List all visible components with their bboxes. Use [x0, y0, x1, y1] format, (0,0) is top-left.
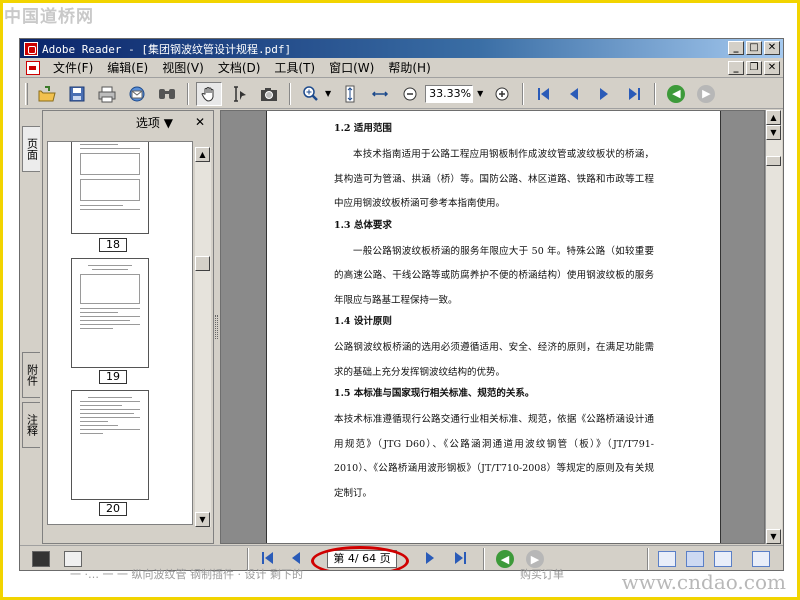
background-text-left: 一 ·… 一 一 纵向波纹管 钢制插件 · 设计 剩下的: [70, 568, 303, 581]
options-menu-button[interactable]: 选项 ▼: [136, 114, 173, 131]
menu-view[interactable]: 视图(V): [155, 59, 211, 76]
open-icon[interactable]: [34, 82, 60, 106]
zoom-level-input[interactable]: 33.33%: [425, 84, 474, 103]
page-number-label: 20: [99, 502, 127, 516]
snapshot-icon[interactable]: [256, 82, 282, 106]
splitter-grip-icon[interactable]: [215, 315, 218, 339]
tab-comments[interactable]: 注释: [22, 402, 40, 448]
fit-page-icon[interactable]: [337, 82, 363, 106]
window-title: Adobe Reader - [集团钢波纹管设计规程.pdf]: [42, 42, 292, 56]
status-separator: [647, 548, 649, 570]
pages-panel-header: 选项 ▼ ✕: [43, 111, 213, 133]
page-size-icon[interactable]: [32, 551, 50, 567]
page-thumbnail-19[interactable]: [71, 258, 149, 368]
print-icon[interactable]: [94, 82, 120, 106]
page-number-label: 19: [99, 370, 127, 384]
toolbar-grip[interactable]: [25, 82, 28, 105]
doc-scroll-down-icon[interactable]: ▼: [766, 529, 781, 544]
title-bar: Adobe Reader - [集团钢波纹管设计规程.pdf] _ □ ✕: [20, 39, 783, 58]
page-thumbnail-18[interactable]: [71, 142, 149, 234]
adobe-reader-window: Adobe Reader - [集团钢波纹管设计规程.pdf] _ □ ✕ 文件…: [19, 38, 784, 571]
menu-help[interactable]: 帮助(H): [381, 59, 437, 76]
select-text-icon[interactable]: [226, 82, 252, 106]
status-last-page-icon[interactable]: [452, 550, 468, 570]
zoom-tool-dropdown-icon[interactable]: ▼: [325, 89, 331, 98]
toolbar-separator: [289, 82, 291, 105]
document-view[interactable]: 1.2 适用范围 本技术指南适用于公路工程应用钢板制作成波纹管或波纹板状的桥涵，…: [220, 110, 765, 544]
menu-file[interactable]: 文件(F): [46, 59, 100, 76]
status-back-icon[interactable]: ◀: [496, 550, 514, 568]
toolbar: ▼ 33.33% ▼ ◀ ▶: [20, 79, 783, 109]
single-page-view-icon[interactable]: [658, 551, 676, 567]
doc-scroll-up-icon[interactable]: ▲: [766, 110, 781, 125]
toolbar-separator: [654, 82, 657, 105]
close-panel-icon[interactable]: ✕: [195, 115, 205, 129]
last-page-icon[interactable]: [621, 82, 647, 106]
first-page-icon[interactable]: [531, 82, 557, 106]
section-heading: 1.2 适用范围: [334, 123, 392, 134]
toolbar-separator: [522, 82, 525, 105]
prev-page-icon[interactable]: [561, 82, 587, 106]
document-page: 1.2 适用范围 本技术指南适用于公路工程应用钢板制作成波纹管或波纹板状的桥涵，…: [266, 111, 721, 543]
hand-tool-icon[interactable]: [196, 81, 222, 106]
close-button[interactable]: ✕: [764, 41, 780, 55]
toolbar-separator: [187, 82, 189, 105]
section-paragraph: 一般公路钢波纹板桥涵的服务年限应大于 50 年。特殊公路（如较重要的高速公路、干…: [334, 245, 654, 306]
thumbnails-list: 18 19 20: [47, 141, 193, 525]
section-paragraph: 本技术指南适用于公路工程应用钢板制作成波纹管或波纹板状的桥涵，其构造可为管涵、拱…: [334, 149, 654, 209]
continuous-facing-view-icon[interactable]: [752, 551, 770, 567]
status-next-page-icon[interactable]: [422, 550, 438, 570]
back-icon[interactable]: ◀: [663, 82, 689, 106]
save-icon[interactable]: [64, 82, 90, 106]
page-thumbnail-20[interactable]: [71, 390, 149, 500]
tab-attachments[interactable]: 附件: [22, 352, 40, 398]
navigation-tabs: 页面 附件 注释: [20, 110, 42, 544]
scroll-down-icon[interactable]: ▼: [195, 512, 210, 527]
email-icon[interactable]: [124, 82, 150, 106]
fit-width-icon[interactable]: [367, 82, 393, 106]
menu-tools[interactable]: 工具(T): [267, 59, 322, 76]
section-paragraph: 公路钢波纹板桥涵的选用必须遵循适用、安全、经济的原则，在满足功能需求的基础上充分…: [334, 342, 654, 378]
doc-restore-button[interactable]: ❐: [746, 61, 762, 75]
zoom-level-dropdown-icon[interactable]: ▼: [477, 89, 483, 98]
document-scrollbar[interactable]: ▲ ▼ ▼: [765, 110, 782, 544]
doc-page-up-icon[interactable]: ▼: [766, 125, 781, 140]
watermark-top: 中国道桥网: [4, 7, 94, 27]
menu-window[interactable]: 窗口(W): [322, 59, 381, 76]
document-properties-icon[interactable]: [64, 551, 82, 567]
watermark-bottom: www.cndao.com: [621, 570, 786, 594]
zoom-out-icon[interactable]: [397, 82, 423, 106]
pages-panel: 选项 ▼ ✕ 18 19 20 ▲ ▼: [42, 110, 214, 544]
scroll-up-icon[interactable]: ▲: [195, 147, 210, 162]
section-heading: 1.3 总体要求: [334, 219, 392, 231]
doc-minimize-button[interactable]: _: [728, 61, 744, 75]
maximize-button[interactable]: □: [746, 41, 762, 55]
minimize-button[interactable]: _: [728, 41, 744, 55]
section-paragraph: 本技术标准遵循现行公路交通行业相关标准、规范，依据《公路桥涵设计通用规范》（JT…: [334, 414, 654, 499]
document-icon[interactable]: [26, 60, 40, 75]
doc-scrollbar-thumb[interactable]: [766, 156, 781, 166]
zoom-plus-icon[interactable]: [489, 82, 515, 106]
highlight-oval: [311, 546, 409, 570]
doc-close-button[interactable]: ✕: [764, 61, 780, 75]
background-text-right: 购买订单: [520, 568, 564, 581]
page-content: 1.2 适用范围 本技术指南适用于公路工程应用钢板制作成波纹管或波纹板状的桥涵，…: [334, 120, 654, 506]
scrollbar-thumb[interactable]: [195, 256, 210, 271]
thumbnails-scrollbar[interactable]: ▲ ▼: [195, 147, 211, 527]
section-heading: 1.4 设计原则: [334, 316, 392, 327]
page-number-label: 18: [99, 238, 127, 252]
zoom-in-tool-icon[interactable]: [298, 82, 324, 106]
adobe-reader-app-icon: [24, 41, 38, 56]
continuous-view-icon[interactable]: [686, 551, 704, 567]
menu-edit[interactable]: 编辑(E): [100, 59, 155, 76]
facing-view-icon[interactable]: [714, 551, 732, 567]
status-separator: [483, 548, 485, 570]
menu-bar: 文件(F) 编辑(E) 视图(V) 文档(D) 工具(T) 窗口(W) 帮助(H…: [20, 58, 783, 78]
next-page-icon[interactable]: [591, 82, 617, 106]
tab-pages[interactable]: 页面: [22, 126, 40, 172]
search-icon[interactable]: [154, 82, 180, 106]
section-heading: 1.5 本标准与国家现行相关标准、规范的关系。: [334, 388, 535, 399]
forward-icon[interactable]: ▶: [693, 82, 719, 106]
menu-document[interactable]: 文档(D): [211, 59, 268, 76]
